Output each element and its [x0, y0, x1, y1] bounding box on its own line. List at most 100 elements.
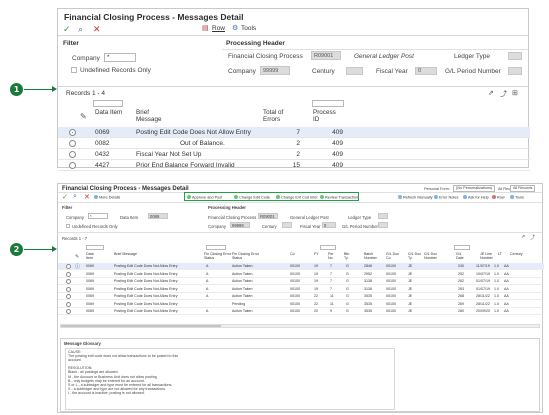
fiscal-year-cell: 22: [314, 294, 318, 298]
ledger-type-cell: AA: [504, 294, 509, 298]
search-icon[interactable]: ⌕: [78, 24, 83, 34]
col-process-id[interactable]: Process ID: [313, 109, 343, 123]
row-select-radio[interactable]: [66, 301, 71, 307]
check-icon[interactable]: ✓: [63, 24, 71, 34]
data-item-filter[interactable]: [86, 245, 104, 250]
company-cell: 00100: [290, 309, 300, 313]
col-century[interactable]: Century: [510, 252, 523, 256]
fiscal-year-field: 0: [322, 222, 336, 228]
col-je-line-number[interactable]: JE Line Number: [480, 252, 494, 260]
table-row[interactable]: 0069 Posting Edit Code Does Not Allow Ent…: [58, 286, 544, 293]
process-id-cell: 409: [332, 129, 343, 136]
fcp-description: General Ledger Post: [290, 215, 329, 220]
period-cell: 11: [330, 301, 334, 306]
total-errors-cell: 7: [296, 129, 300, 136]
process-id-filter[interactable]: [312, 100, 344, 107]
table-row[interactable]: 0069 Posting Edit Code Does Not Allow Ent…: [58, 293, 544, 300]
undefined-records-checkbox[interactable]: [66, 224, 70, 228]
check-icon[interactable]: ✓: [62, 193, 68, 201]
info-icon[interactable]: ⓘ: [75, 263, 80, 270]
gl-date-cell: 11/07/19: [476, 264, 490, 268]
ask-for-help-button[interactable]: Ask for Help: [463, 195, 489, 200]
table-row[interactable]: 0069 Posting Edit Code Does Not Allow Ent…: [58, 271, 544, 278]
table-row[interactable]: 0069 Posting Edit Code Does Not Allow Ent…: [58, 278, 544, 285]
grid-options-icon[interactable]: ⊞: [512, 89, 518, 97]
table-row[interactable]: 0069 Posting Edit Code Does Not Allow Ent…: [58, 301, 544, 308]
grid-tools-icon[interactable]: ⇗: [488, 89, 494, 97]
row-select-radio[interactable]: [69, 129, 76, 136]
error-notes-button[interactable]: Error Notes: [434, 195, 458, 200]
undefined-records-checkbox[interactable]: [71, 67, 77, 73]
row-select-radio[interactable]: [66, 271, 71, 277]
batch-type-cell: G: [346, 294, 349, 298]
batch-type-cell: G: [346, 264, 349, 268]
refresh-manually-button[interactable]: Refresh Manually: [398, 195, 433, 200]
export-icon[interactable]: ⤴: [500, 89, 507, 99]
company-filter-input[interactable]: *: [104, 53, 136, 62]
col-fin-closing-error-status-desc[interactable]: Fin Closing Error Status: [232, 252, 260, 260]
col-gl-doc-number[interactable]: G/L Doc Number: [424, 252, 446, 260]
col-gl-date[interactable]: G/L Date: [456, 252, 470, 260]
table-row[interactable]: 4427 Prior End Balance Forward Invalid 15 4…: [58, 160, 530, 171]
col-co[interactable]: Co: [290, 252, 295, 256]
doc-number-cell: 240: [458, 264, 464, 268]
ledger-type-field: [378, 213, 388, 219]
tools-menu[interactable]: Tools: [241, 25, 256, 32]
row-select-radio[interactable]: [66, 264, 71, 269]
date-filter[interactable]: [454, 245, 470, 250]
row-icon[interactable]: ▤: [202, 24, 209, 34]
tools-menu[interactable]: Tools: [510, 195, 524, 200]
grid-tools-icon[interactable]: ⇗: [521, 234, 525, 240]
messages-detail-form-2: Financial Closing Process - Messages Det…: [57, 183, 544, 413]
close-icon[interactable]: ✕: [84, 193, 90, 201]
row-select-radio[interactable]: [66, 286, 71, 292]
callout-2: 2: [10, 243, 23, 256]
row-menu[interactable]: Row: [212, 25, 225, 32]
row-select-radio[interactable]: [66, 279, 71, 284]
processing-company-label: Company: [208, 224, 226, 229]
personal-form-select[interactable]: (No Personalizations): [453, 185, 496, 192]
row-select-radio[interactable]: [69, 162, 76, 169]
col-bth-ty[interactable]: Bth Ty: [344, 252, 354, 260]
row-menu[interactable]: Row: [492, 195, 505, 200]
col-gl-doc-ty[interactable]: G/L Doc Ty: [408, 252, 422, 260]
row-select-radio[interactable]: [69, 140, 76, 147]
je-line-cell: 1.0: [494, 301, 499, 306]
col-batch-number[interactable]: Batch Number: [364, 252, 380, 260]
co-filter[interactable]: [320, 245, 336, 250]
batch-type-cell: G: [346, 309, 349, 313]
table-row[interactable]: 0082 Out of Balance. 2 409: [58, 138, 530, 149]
row-select-radio[interactable]: [69, 151, 76, 158]
company-cell: 00100: [290, 301, 300, 306]
export-icon[interactable]: ⤴: [530, 234, 535, 241]
row-select-radio[interactable]: [66, 294, 71, 299]
row-select-radio[interactable]: [66, 309, 71, 314]
ledger-type-cell: AA: [504, 309, 509, 313]
column-settings-icon[interactable]: ✎: [80, 112, 87, 121]
col-lt[interactable]: LT: [498, 252, 502, 256]
col-per-no[interactable]: Per No: [328, 252, 338, 260]
horizontal-scrollbar[interactable]: [60, 324, 540, 328]
search-icon[interactable]: ⌕: [73, 193, 77, 201]
more-details-button[interactable]: More Details: [94, 195, 120, 200]
col-fin-closing-error-status[interactable]: Fin Closing Error Status: [204, 252, 232, 260]
col-brief-message[interactable]: Brief Message: [114, 252, 144, 256]
table-row[interactable]: 0069 Posting Edit Code Does Not Allow Ent…: [58, 127, 530, 138]
col-data-item[interactable]: Data Item: [95, 109, 125, 116]
col-fy[interactable]: FY: [314, 252, 319, 256]
col-total-errors[interactable]: Total of Errors: [263, 109, 295, 123]
status-filter[interactable]: [206, 245, 226, 250]
query-select[interactable]: All Records: [510, 185, 536, 192]
company-filter-input[interactable]: *: [88, 213, 108, 219]
col-brief-message[interactable]: Brief Message: [136, 109, 176, 123]
col-data-item[interactable]: Data Item: [86, 252, 100, 260]
column-settings-icon[interactable]: ✎: [75, 254, 79, 260]
data-item-filter[interactable]: [93, 100, 123, 107]
col-gl-doc-co[interactable]: G/L Doc Co: [386, 252, 402, 260]
table-row[interactable]: 0432 Fiscal Year Not Set Up 2 409: [58, 149, 530, 160]
total-errors-cell: 2: [296, 140, 300, 147]
table-row[interactable]: 0069 Posting Edit Code Does Not Allow Ent…: [58, 308, 544, 315]
close-icon[interactable]: ✕: [93, 24, 101, 34]
tools-icon[interactable]: ⚙: [232, 24, 238, 34]
table-row[interactable]: ⓘ 0069 Posting Edit Code Does Not Allow En…: [58, 263, 544, 270]
